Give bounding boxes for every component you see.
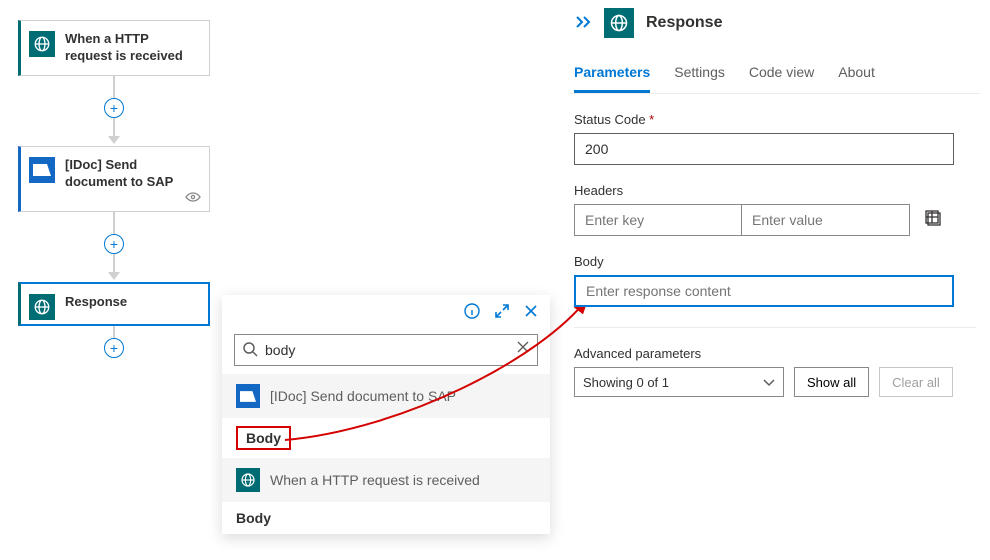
header-key-input[interactable] [574,204,742,236]
globe-icon [236,468,260,492]
status-code-input[interactable] [574,133,954,165]
eye-icon [185,189,201,207]
highlighted-body-item: Body [236,426,291,450]
node-label: [IDoc] Send document to SAP [65,157,199,191]
tab-code-view[interactable]: Code view [749,64,814,93]
arrowhead-icon [108,136,120,144]
clear-search-icon[interactable] [516,340,530,359]
chevron-down-icon [763,375,775,390]
content-group-sap[interactable]: [IDoc] Send document to SAP [222,374,550,418]
node-label: When a HTTP request is received [65,31,199,65]
add-step-button[interactable]: + [104,98,124,118]
info-icon[interactable] [464,303,480,324]
sap-icon [29,157,55,183]
globe-icon [29,294,55,320]
header-value-input[interactable] [742,204,910,236]
group-label: [IDoc] Send document to SAP [270,388,456,404]
panel-title: Response [646,14,722,32]
headers-label: Headers [574,183,976,198]
expand-icon[interactable] [494,303,510,324]
content-item-body-http[interactable]: Body [222,502,550,534]
body-label: Body [574,254,976,269]
clear-all-button: Clear all [879,367,953,397]
globe-icon [29,31,55,57]
connector-line [113,76,115,98]
close-icon[interactable] [524,304,538,323]
table-mode-icon[interactable] [924,209,942,232]
search-icon [242,341,258,362]
content-item-body-sap[interactable]: Body [222,418,550,458]
content-group-http[interactable]: When a HTTP request is received [222,458,550,502]
add-step-button[interactable]: + [104,338,124,358]
connector-line [113,254,115,272]
node-response[interactable]: Response [18,282,210,326]
dynamic-content-popup: [IDoc] Send document to SAP Body When a … [222,295,550,534]
collapse-panel-icon[interactable] [574,13,592,34]
search-input-wrap [234,334,538,366]
panel-tabs: Parameters Settings Code view About [570,54,980,94]
node-label: Response [65,294,127,311]
tab-parameters[interactable]: Parameters [574,64,650,93]
tab-about[interactable]: About [838,64,875,93]
globe-icon [604,8,634,38]
tab-settings[interactable]: Settings [674,64,725,93]
node-sap-idoc[interactable]: [IDoc] Send document to SAP [18,146,210,212]
connector-line [113,326,115,338]
divider [574,327,976,328]
body-input[interactable] [574,275,954,307]
add-step-button[interactable]: + [104,234,124,254]
connector-line [113,118,115,136]
sap-icon [236,384,260,408]
search-input[interactable] [234,334,538,366]
node-http-request[interactable]: When a HTTP request is received [18,20,210,76]
status-code-label: Status Code * [574,112,976,127]
group-label: When a HTTP request is received [270,472,480,488]
action-config-panel: Response Parameters Settings Code view A… [570,2,980,397]
arrowhead-icon [108,272,120,280]
advanced-params-label: Advanced parameters [574,346,976,361]
connector-line [113,212,115,234]
show-all-button[interactable]: Show all [794,367,869,397]
advanced-params-select[interactable]: Showing 0 of 1 [574,367,784,397]
